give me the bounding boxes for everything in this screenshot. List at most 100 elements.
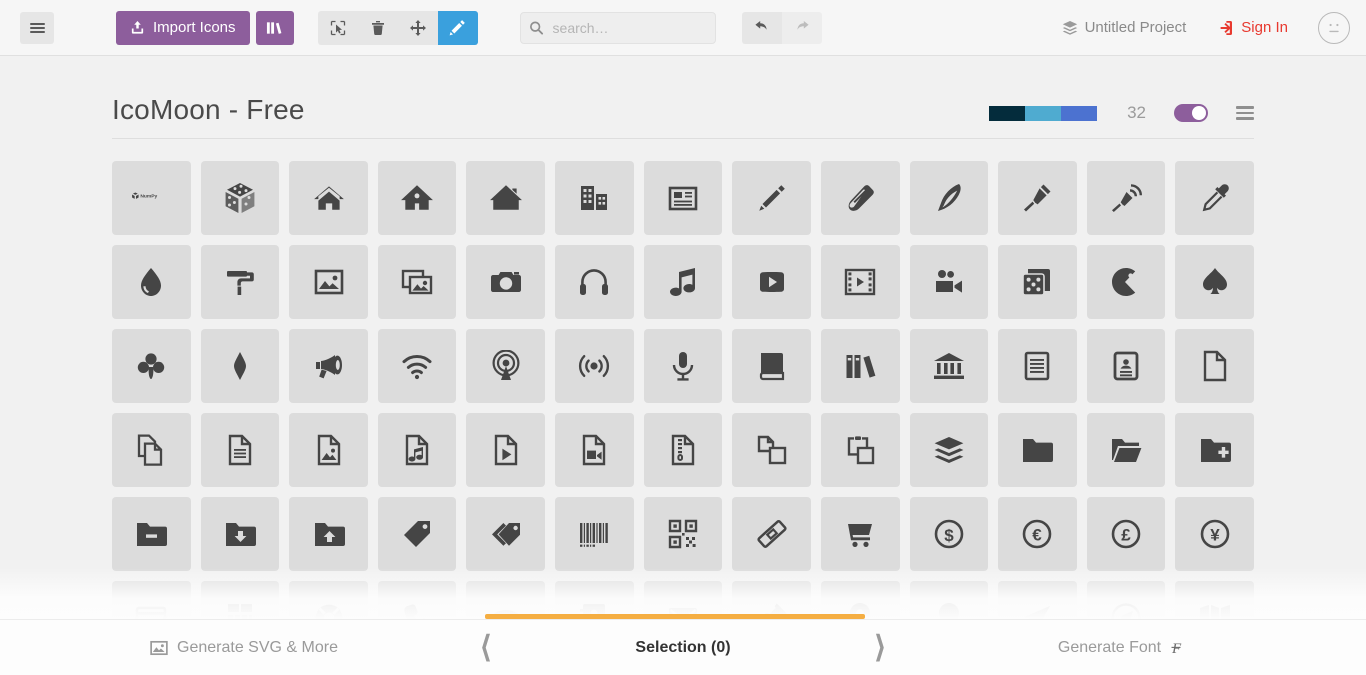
icon-book[interactable] — [732, 329, 811, 403]
icon-profile[interactable] — [1086, 329, 1166, 403]
icon-stack[interactable] — [909, 413, 989, 487]
icon-home[interactable] — [289, 161, 368, 235]
icon-folder[interactable] — [998, 413, 1077, 487]
icon-podcast[interactable] — [466, 329, 546, 403]
swatch-3[interactable] — [1061, 105, 1098, 121]
generate-svg-button[interactable]: Generate SVG & More — [0, 620, 488, 675]
icon-droplet[interactable] — [112, 245, 191, 319]
price-tags-icon — [491, 523, 520, 546]
icon-coin-pound[interactable]: £ — [1086, 497, 1166, 571]
icon-numpy-cube[interactable] — [200, 161, 280, 235]
icon-price-tags[interactable] — [466, 497, 546, 571]
icon-folder-download[interactable] — [200, 497, 280, 571]
avatar[interactable] — [1318, 11, 1350, 44]
icon-file-zip[interactable] — [643, 413, 723, 487]
import-icons-button[interactable]: Import Icons — [116, 10, 250, 45]
undo-button[interactable] — [741, 11, 782, 44]
icon-coin-euro[interactable]: € — [998, 497, 1077, 571]
icon-ticket[interactable] — [732, 497, 811, 571]
icon-newspaper[interactable] — [643, 161, 723, 235]
file-music-icon — [405, 434, 429, 466]
chevron-left-icon[interactable]: ⟨ — [480, 632, 492, 663]
icon-folder-minus[interactable] — [112, 497, 191, 571]
redo-button[interactable] — [781, 11, 822, 44]
icon-radio[interactable] — [555, 329, 634, 403]
icon-copy[interactable] — [732, 413, 811, 487]
icon-bullhorn[interactable] — [289, 329, 368, 403]
color-swatches[interactable] — [989, 105, 1098, 121]
set-visibility-toggle[interactable] — [1174, 104, 1208, 122]
icon-folder-plus[interactable] — [1175, 413, 1254, 487]
icon-file-text2[interactable] — [200, 413, 280, 487]
icon-paint-format[interactable] — [200, 245, 280, 319]
icon-camera[interactable] — [466, 245, 546, 319]
generate-font-button[interactable]: Generate Font F — [878, 620, 1366, 675]
swatch-1[interactable] — [989, 105, 1026, 121]
icon-image[interactable] — [289, 245, 368, 319]
svg-text:NumPy: NumPy — [141, 194, 158, 200]
icon-pencil[interactable] — [732, 161, 811, 235]
icon-coin-dollar[interactable]: $ — [909, 497, 989, 571]
icon-file-play[interactable] — [466, 413, 546, 487]
icon-pencil2[interactable] — [820, 161, 900, 235]
icon-paste[interactable] — [820, 413, 900, 487]
swatch-2[interactable] — [1025, 105, 1062, 121]
icon-mic[interactable] — [643, 329, 723, 403]
icon-spades[interactable] — [1175, 245, 1254, 319]
file-zip-icon — [671, 434, 695, 466]
icon-play[interactable] — [732, 245, 811, 319]
icon-blog[interactable] — [1086, 161, 1166, 235]
main-menu-button[interactable] — [20, 11, 54, 44]
images-icon — [401, 269, 433, 295]
icon-library[interactable] — [909, 329, 989, 403]
icon-price-tag[interactable] — [377, 497, 457, 571]
icon-images[interactable] — [377, 245, 457, 319]
spades-icon — [1202, 268, 1227, 294]
icon-folder-upload[interactable] — [289, 497, 368, 571]
icon-connection[interactable] — [377, 329, 457, 403]
select-tool-button[interactable] — [318, 11, 358, 45]
icon-film[interactable] — [820, 245, 900, 319]
move-tool-button[interactable] — [398, 11, 438, 45]
selection-panel: ⟨ Selection (0) ⟩ — [480, 620, 886, 675]
icon-music[interactable] — [643, 245, 723, 319]
set-menu-button[interactable] — [1236, 103, 1254, 123]
icon-library-button[interactable] — [255, 10, 294, 45]
icon-eyedropper[interactable] — [1175, 161, 1254, 235]
icon-office[interactable] — [555, 161, 634, 235]
icon-barcode[interactable] — [555, 497, 634, 571]
icon-books[interactable] — [820, 329, 900, 403]
search-input[interactable] — [519, 11, 716, 44]
icon-home3[interactable] — [466, 161, 546, 235]
icon-file-empty[interactable] — [1175, 329, 1254, 403]
icon-numpy-logo[interactable]: NumPy — [112, 161, 191, 235]
icon-headphones[interactable] — [555, 245, 634, 319]
icon-size-value[interactable]: 32 — [1127, 103, 1146, 123]
icon-file-video[interactable] — [555, 413, 634, 487]
icon-pen[interactable] — [998, 161, 1077, 235]
icon-files-empty[interactable] — [112, 413, 191, 487]
project-button[interactable]: Untitled Project — [1062, 19, 1186, 36]
icon-folder-open[interactable] — [1086, 413, 1166, 487]
icon-file-music[interactable] — [377, 413, 457, 487]
icon-cart[interactable] — [820, 497, 900, 571]
icon-qrcode[interactable] — [643, 497, 723, 571]
icon-file-picture[interactable] — [289, 413, 368, 487]
icon-clubs[interactable] — [112, 329, 191, 403]
icon-video-camera[interactable] — [909, 245, 989, 319]
icon-quill[interactable] — [909, 161, 989, 235]
edit-tool-button[interactable] — [437, 10, 478, 45]
icon-home2[interactable] — [377, 161, 457, 235]
delete-tool-button[interactable] — [358, 11, 398, 45]
icon-coin-yen[interactable]: ¥ — [1175, 497, 1254, 571]
ticket-icon — [757, 520, 787, 548]
generate-font-label: Generate Font — [1057, 638, 1162, 656]
file-text-icon — [1025, 351, 1050, 381]
icon-file-text[interactable] — [998, 329, 1077, 403]
chevron-right-icon[interactable]: ⟩ — [874, 632, 886, 663]
icon-dice[interactable] — [998, 245, 1077, 319]
redo-arrow-icon — [796, 21, 809, 30]
sign-in-button[interactable]: Sign In — [1218, 19, 1288, 36]
icon-diamonds[interactable] — [200, 329, 280, 403]
icon-pacman[interactable] — [1086, 245, 1166, 319]
